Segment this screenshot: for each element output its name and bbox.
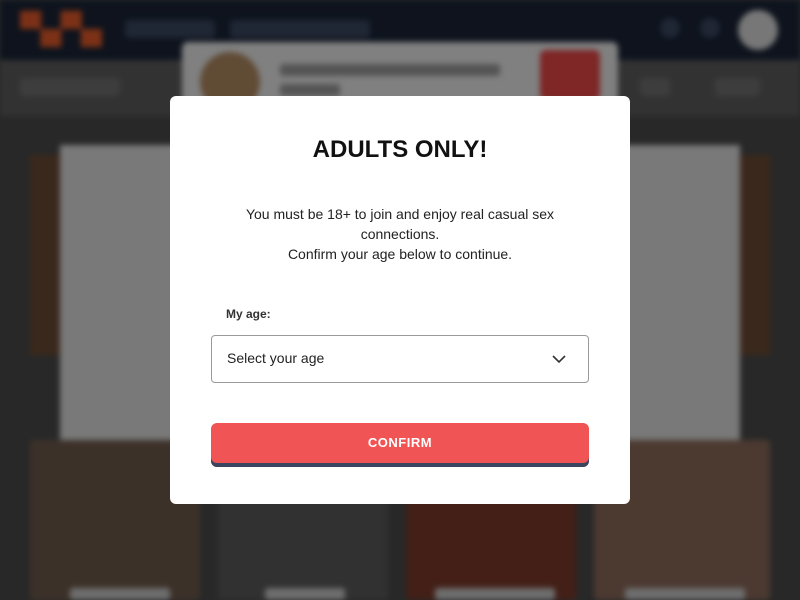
age-select-value: Select your age (227, 350, 325, 366)
age-label: My age: (226, 307, 271, 321)
confirm-button-label: CONFIRM (367, 435, 433, 450)
modal-title: ADULTS ONLY! (312, 136, 488, 163)
age-select[interactable]: Select your age (211, 335, 589, 383)
confirm-button[interactable]: CONFIRM (211, 423, 589, 467)
chevron-down-icon (552, 355, 566, 364)
modal-message-line: You must be 18+ to join and enjoy real c… (245, 206, 555, 222)
modal-message-line: connections. (360, 226, 440, 242)
modal-message-line: Confirm your age below to continue. (287, 246, 513, 262)
